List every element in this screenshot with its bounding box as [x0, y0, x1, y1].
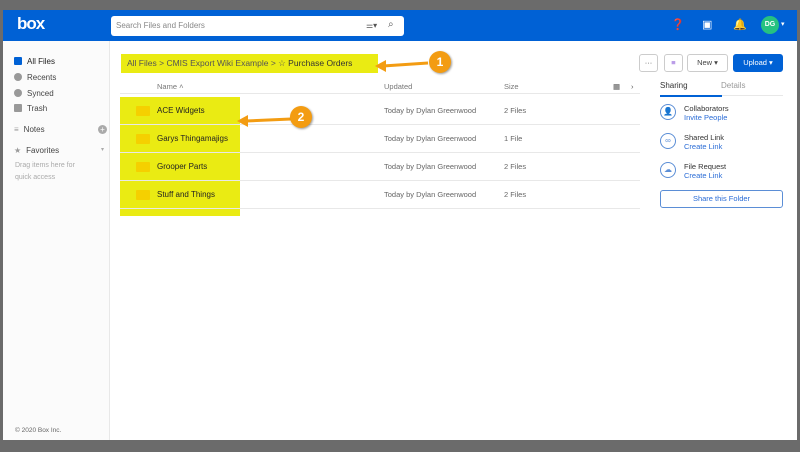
- annotation-marker-2: 2: [290, 106, 312, 128]
- arrowhead-1: [375, 60, 386, 72]
- annotation-marker-1: 1: [429, 51, 451, 73]
- arrowhead-2: [237, 115, 248, 127]
- arrow-1: [382, 61, 429, 68]
- app-window: box Search Files and Folders ⚌▾ ⌕ ❓ ▣ 🔔 …: [3, 10, 797, 440]
- arrow-2: [245, 117, 292, 123]
- annotation-arrows: [237, 60, 429, 127]
